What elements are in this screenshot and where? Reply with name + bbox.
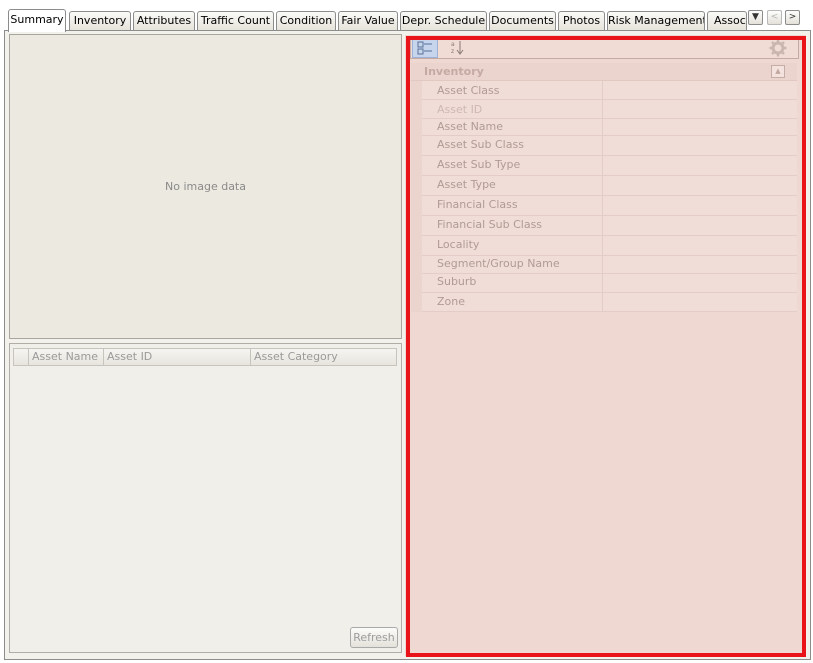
image-panel: No image data [9,34,402,339]
tab-list-dropdown-button[interactable]: ▼ [748,10,763,25]
tab-traffic-count[interactable]: Traffic Count [197,11,274,30]
asset-grid: Asset Name Asset ID Asset Category [9,343,402,653]
tab-bar: Summary Inventory Attributes Traffic Cou… [8,9,808,32]
tab-depr-schedule[interactable]: Depr. Schedule [400,11,487,30]
tab-scroll-left-button[interactable]: < [767,10,782,25]
tab-fair-value[interactable]: Fair Value [338,11,398,30]
tab-scroll-right-button[interactable]: > [785,10,800,25]
refresh-button[interactable]: Refresh [350,627,398,648]
column-header-asset-name[interactable]: Asset Name [28,348,104,366]
triangle-down-icon: ▼ [752,12,759,22]
grid-row-header [13,348,29,366]
tab-attributes[interactable]: Attributes [133,11,195,30]
tab-associ[interactable]: Associ [707,11,747,30]
column-header-asset-category[interactable]: Asset Category [250,348,397,366]
tab-condition[interactable]: Condition [276,11,336,30]
tab-inventory[interactable]: Inventory [69,11,131,30]
highlight-frame [406,36,806,657]
tab-risk-management[interactable]: Risk Management [607,11,705,30]
tab-documents[interactable]: Documents [489,11,556,30]
no-image-text: No image data [165,180,246,193]
chevron-left-icon: < [770,12,779,22]
chevron-right-icon: > [788,12,797,22]
column-header-asset-id[interactable]: Asset ID [103,348,251,366]
tab-summary[interactable]: Summary [8,9,66,32]
tab-photos[interactable]: Photos [558,11,605,30]
